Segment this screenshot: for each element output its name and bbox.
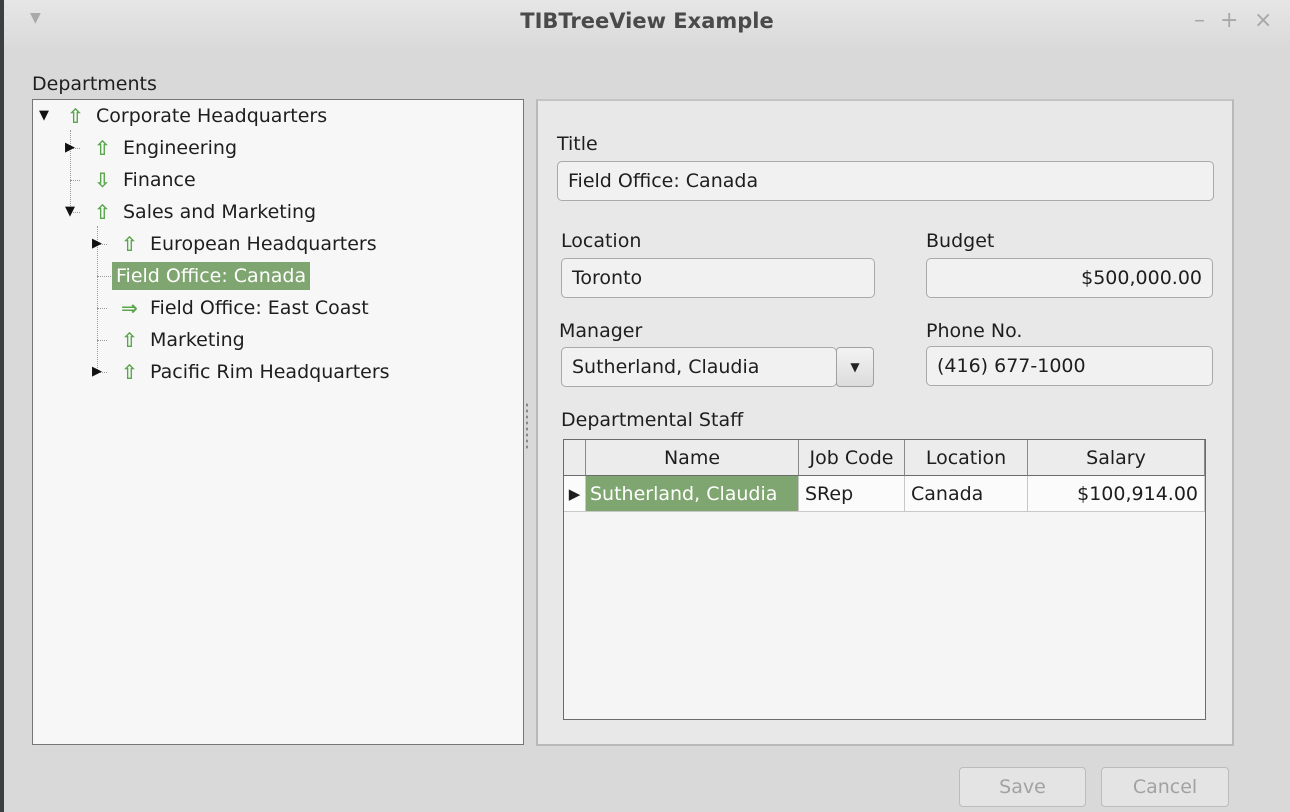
grid-cell-job-code[interactable]: SRep (799, 476, 905, 512)
tree-node-label: Corporate Headquarters (96, 105, 328, 127)
tree-node-label: Finance (123, 169, 196, 191)
tree-node-field-office-canada[interactable]: Field Office: Canada (33, 261, 513, 291)
save-button[interactable]: Save (959, 767, 1086, 807)
collapse-icon[interactable]: ▼ (65, 197, 75, 227)
tree-node-label: Pacific Rim Headquarters (150, 361, 390, 383)
column-header-job-code[interactable]: Job Code (799, 440, 905, 476)
manager-label: Manager (559, 320, 643, 342)
window-title: TIBTreeView Example (520, 9, 774, 33)
tree-node-sales-and-marketing[interactable]: ▼ ⇧ Sales and Marketing (33, 197, 513, 227)
column-header-name[interactable]: Name (586, 440, 799, 476)
phone-field[interactable]: (416) 677-1000 (926, 346, 1213, 386)
column-header-salary[interactable]: Salary (1028, 440, 1205, 476)
expand-icon[interactable]: ▶ (92, 357, 102, 387)
budget-label: Budget (926, 230, 995, 252)
tree-node-engineering[interactable]: ▶ ⇧ Engineering (33, 133, 513, 163)
column-header-location[interactable]: Location (905, 440, 1028, 476)
maximize-icon[interactable]: + (1220, 9, 1238, 33)
tree-node-marketing[interactable]: ⇧ Marketing (33, 325, 513, 355)
tree-node-label: European Headquarters (150, 233, 377, 255)
grid-cell-salary[interactable]: $100,914.00 (1028, 476, 1205, 512)
tree-node-finance[interactable]: ⇩ Finance (33, 165, 513, 195)
grid-indicator-header (564, 440, 586, 476)
arrow-up-icon: ⇧ (94, 136, 111, 160)
tree-node-field-office-east-coast[interactable]: ⇒ Field Office: East Coast (33, 293, 513, 323)
arrow-up-icon: ⇧ (121, 328, 138, 352)
tree-node-label: Engineering (123, 137, 237, 159)
splitter-handle[interactable] (525, 402, 529, 450)
cancel-button[interactable]: Cancel (1101, 767, 1229, 807)
tree-node-corporate-headquarters[interactable]: ▼ ⇧ Corporate Headquarters (33, 101, 513, 131)
arrow-up-icon: ⇧ (94, 200, 111, 224)
arrow-up-icon: ⇧ (67, 104, 84, 128)
arrow-up-icon: ⇧ (121, 232, 138, 256)
tree-node-label: Sales and Marketing (123, 201, 317, 223)
arrow-right-icon: ⇒ (121, 296, 138, 320)
expand-icon[interactable]: ▶ (92, 229, 102, 259)
row-indicator-icon: ▶ (564, 476, 586, 512)
title-label: Title (557, 133, 598, 155)
expand-icon[interactable]: ▶ (65, 133, 75, 163)
arrow-down-icon: ⇩ (94, 168, 111, 192)
arrow-up-icon: ⇧ (121, 360, 138, 384)
window-edge (0, 0, 4, 812)
staff-grid[interactable]: Name Job Code Location Salary ▶ Sutherla… (563, 439, 1206, 720)
grid-cell-location[interactable]: Canada (905, 476, 1028, 512)
tree-node-pacific-rim-headquarters[interactable]: ▶ ⇧ Pacific Rim Headquarters (33, 357, 513, 387)
budget-field[interactable]: $500,000.00 (926, 258, 1213, 298)
title-bar: ▼ TIBTreeView Example – + × (4, 0, 1290, 48)
chevron-down-icon[interactable]: ▼ (836, 347, 874, 387)
departments-tree[interactable]: ▼ ⇧ Corporate Headquarters ▶ ⇧ Engineeri… (32, 99, 524, 745)
location-label: Location (561, 230, 642, 252)
title-field[interactable]: Field Office: Canada (557, 161, 1214, 201)
minimize-icon[interactable]: – (1194, 9, 1205, 33)
location-field[interactable]: Toronto (561, 258, 875, 298)
manager-combobox[interactable]: Sutherland, Claudia (561, 347, 837, 387)
tree-node-label: Field Office: Canada (112, 262, 311, 290)
phone-label: Phone No. (926, 320, 1023, 342)
departmental-staff-label: Departmental Staff (561, 409, 744, 431)
close-icon[interactable]: × (1254, 9, 1272, 33)
grid-cell-name[interactable]: Sutherland, Claudia (586, 476, 799, 512)
tree-node-label: Field Office: East Coast (150, 297, 369, 319)
collapse-icon[interactable]: ▼ (39, 101, 49, 131)
departments-label: Departments (32, 73, 157, 95)
tree-node-european-headquarters[interactable]: ▶ ⇧ European Headquarters (33, 229, 513, 259)
tree-node-label: Marketing (150, 329, 245, 351)
